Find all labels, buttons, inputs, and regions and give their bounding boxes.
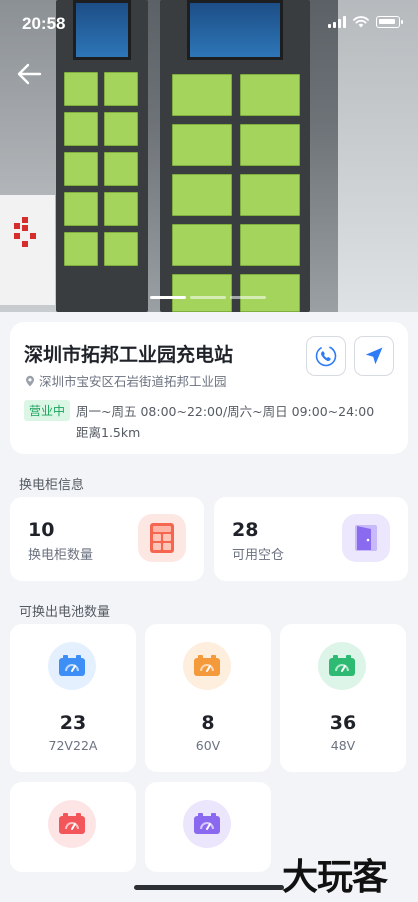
station-info-card: 深圳市拓邦工业园充电站 深圳市宝安区石岩街道拓邦工业园 营业中 周一~周五 08… [10, 322, 408, 454]
location-pin-icon [26, 375, 34, 386]
carousel-dot-2[interactable] [190, 296, 226, 299]
back-button[interactable] [14, 58, 46, 90]
status-icons [328, 16, 403, 28]
battery-count: 23 [59, 712, 87, 734]
battery-count: 36 [329, 712, 357, 734]
phone-icon [315, 345, 337, 367]
carousel-dot-1[interactable] [150, 296, 186, 299]
battery-card-5[interactable] [145, 782, 271, 872]
empty-slots-label: 可用空仓 [232, 548, 285, 563]
battery-card-60v[interactable]: 8 60V [145, 624, 271, 772]
status-badge: 营业中 [24, 400, 71, 421]
battery-icon [183, 642, 231, 690]
wifi-icon [353, 16, 369, 28]
battery-card-72v22a[interactable]: 23 72V22A [10, 624, 136, 772]
carousel-indicator[interactable] [150, 296, 266, 299]
signal-icon [328, 16, 346, 28]
carousel-dot-3[interactable] [230, 296, 266, 299]
battery-spec: 60V [195, 738, 221, 753]
opening-hours: 周一~周五 08:00~22:00/周六~周日 09:00~24:00 [76, 404, 375, 419]
door-icon [342, 514, 390, 562]
watermark-text: 大玩客 [282, 856, 388, 898]
photo-logo-panel [0, 195, 55, 305]
home-indicator[interactable] [134, 885, 284, 890]
navigation-arrow-icon [365, 347, 383, 365]
battery-icon [48, 800, 96, 848]
photo-cabinet-left [56, 0, 148, 312]
battery-spec: 48V [330, 738, 356, 753]
station-address: 深圳市宝安区石岩街道拓邦工业园 [24, 371, 227, 390]
battery-icon [183, 800, 231, 848]
station-name: 深圳市拓邦工业园充电站 [24, 344, 234, 366]
cabinet-section-title: 换电柜信息 [19, 478, 85, 493]
battery-status-icon [376, 16, 403, 28]
arrow-left-icon [17, 63, 42, 85]
photo-wall-right [338, 0, 418, 312]
navigate-button[interactable] [354, 336, 394, 376]
battery-spec: 72V22A [48, 738, 98, 753]
empty-slots-value: 28 [232, 519, 259, 541]
status-bar: 20:58 [0, 0, 418, 46]
battery-icon [48, 642, 96, 690]
empty-slots-card: 28 可用空仓 [214, 497, 408, 581]
cabinet-count-card: 10 换电柜数量 [10, 497, 204, 581]
distance: 距离1.5km [76, 425, 141, 440]
cabinet-count-value: 10 [28, 519, 55, 541]
battery-count: 8 [201, 712, 215, 734]
battery-card-4[interactable] [10, 782, 136, 872]
call-button[interactable] [306, 336, 346, 376]
battery-card-48v[interactable]: 36 48V [280, 624, 406, 772]
cabinet-count-label: 换电柜数量 [28, 548, 94, 563]
battery-section-title: 可换出电池数量 [19, 605, 111, 620]
battery-icon [318, 642, 366, 690]
station-address-text: 深圳市宝安区石岩街道拓邦工业园 [39, 374, 227, 389]
station-photo[interactable] [0, 0, 418, 312]
photo-cabinet-right [160, 0, 310, 312]
cabinet-icon [138, 514, 186, 562]
status-time: 20:58 [22, 14, 66, 33]
